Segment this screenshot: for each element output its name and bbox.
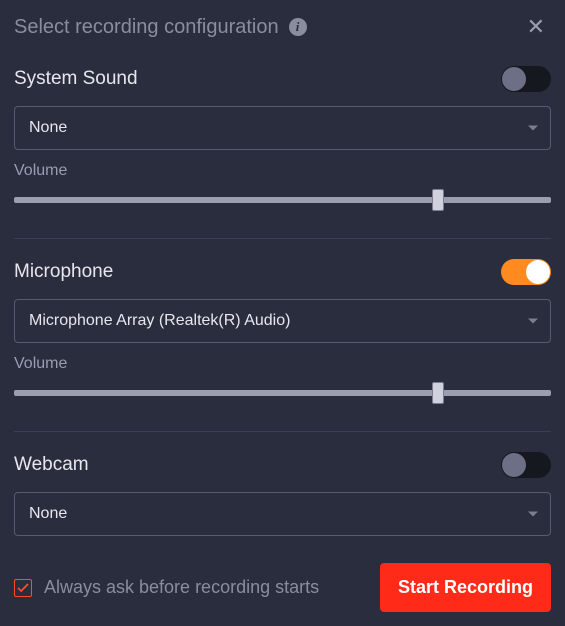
microphone-label: Microphone [14,261,113,283]
webcam-device-value: None [29,505,67,523]
microphone-toggle[interactable] [501,259,551,285]
chevron-down-icon [528,319,538,324]
divider [14,431,551,432]
system-sound-toggle[interactable] [501,66,551,92]
system-sound-device-value: None [29,119,67,137]
webcam-label: Webcam [14,454,89,476]
webcam-toggle[interactable] [501,452,551,478]
dialog-title: Select recording configuration [14,16,279,39]
system-sound-device-select[interactable]: None [14,106,551,150]
microphone-device-select[interactable]: Microphone Array (Realtek(R) Audio) [14,299,551,343]
microphone-section: Microphone Microphone Array (Realtek(R) … [14,259,551,405]
chevron-down-icon [528,512,538,517]
close-icon[interactable]: ✕ [521,14,551,40]
system-sound-volume-slider[interactable] [14,188,551,212]
chevron-down-icon [528,126,538,131]
info-icon[interactable]: i [289,18,307,36]
slider-thumb[interactable] [432,189,444,211]
microphone-volume-label: Volume [14,355,551,373]
check-icon [17,583,29,593]
divider [14,238,551,239]
start-recording-button[interactable]: Start Recording [380,563,551,612]
dialog-header: Select recording configuration i ✕ [14,14,551,40]
slider-thumb[interactable] [432,382,444,404]
microphone-device-value: Microphone Array (Realtek(R) Audio) [29,312,290,330]
always-ask-checkbox[interactable] [14,579,32,597]
system-sound-label: System Sound [14,68,138,90]
system-sound-section: System Sound None Volume [14,66,551,212]
webcam-device-select[interactable]: None [14,492,551,536]
dialog-footer: Always ask before recording starts Start… [14,563,551,612]
system-sound-volume-label: Volume [14,162,551,180]
microphone-volume-slider[interactable] [14,381,551,405]
always-ask-label: Always ask before recording starts [44,577,319,598]
webcam-section: Webcam None [14,452,551,536]
